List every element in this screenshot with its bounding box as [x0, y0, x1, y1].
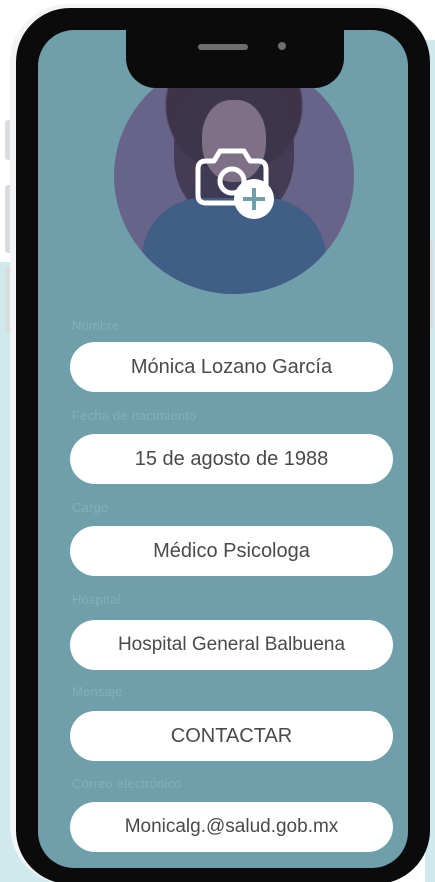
email-field[interactable]: Monicalg.@salud.gob.mx [70, 802, 393, 852]
name-field[interactable]: Mónica Lozano García [70, 342, 393, 392]
birthdate-label: Fecha de nacimiento [72, 408, 197, 423]
page: Nombre Mónica Lozano García Fecha de nac… [0, 0, 435, 882]
position-field[interactable]: Médico Psicologa [70, 526, 393, 576]
message-label: Mensaje [72, 684, 123, 699]
front-camera [278, 42, 286, 50]
phone-screen: Nombre Mónica Lozano García Fecha de nac… [38, 30, 408, 868]
email-label: Correo electrónico [72, 776, 182, 791]
birthdate-field[interactable]: 15 de agosto de 1988 [70, 434, 393, 484]
hospital-field[interactable]: Hospital General Balbuena [70, 620, 393, 670]
contact-button[interactable]: CONTACTAR [70, 711, 393, 761]
phone-notch [126, 30, 344, 88]
position-label: Cargo [72, 500, 109, 515]
name-label: Nombre [72, 318, 120, 333]
hospital-label: Hospital [72, 592, 121, 607]
camera-plus-icon[interactable] [188, 135, 278, 225]
speaker-grille [198, 44, 248, 50]
